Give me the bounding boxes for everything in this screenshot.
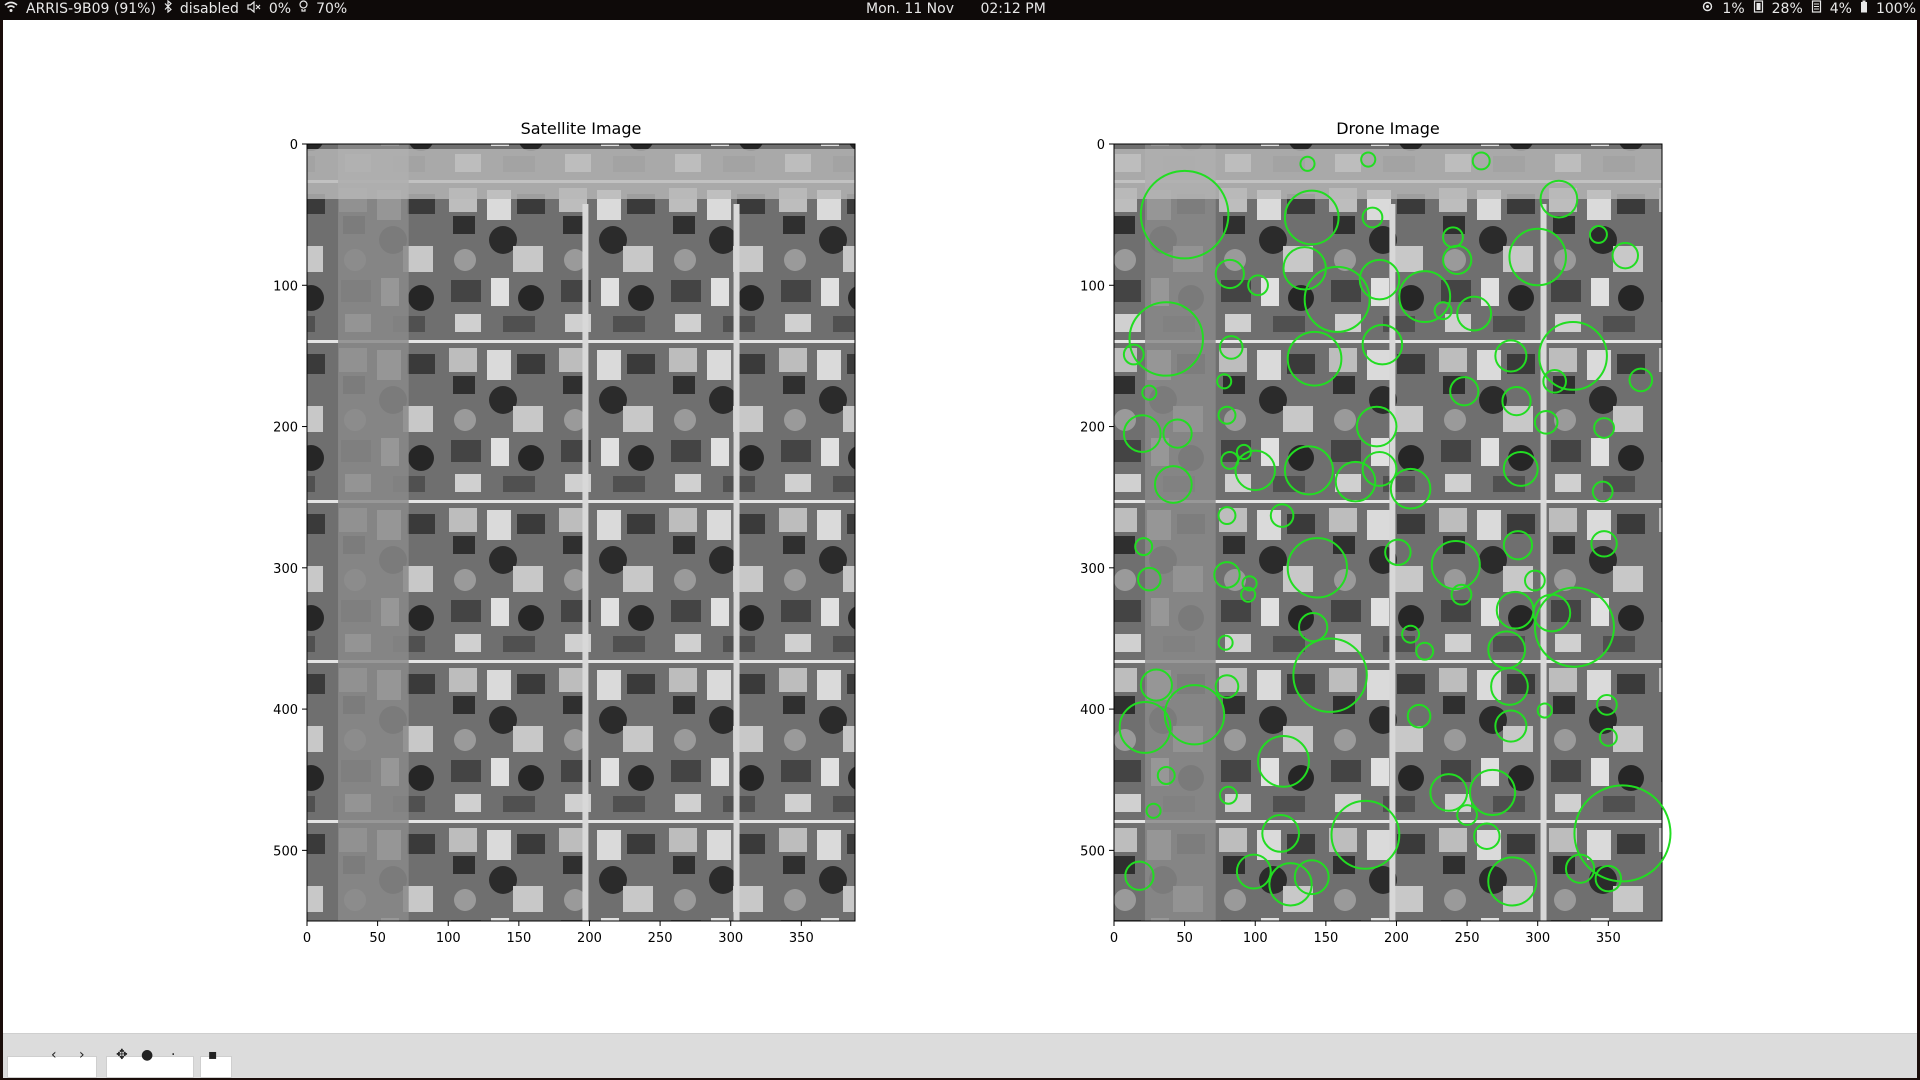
satellite-x-tick-label: 0 bbox=[303, 931, 311, 946]
drone-x-tick-label: 300 bbox=[1525, 931, 1550, 946]
cpu-icon bbox=[1701, 0, 1714, 18]
drone-x-tick-label: 50 bbox=[1176, 931, 1193, 946]
satellite-y-tick-label: 300 bbox=[273, 562, 298, 577]
drone-road-top bbox=[1114, 149, 1662, 199]
satellite-x-tick-label: 350 bbox=[789, 931, 814, 946]
wifi-status[interactable]: ARRIS-9B09 (91%) bbox=[26, 0, 156, 18]
drone-x-tick-label: 150 bbox=[1313, 931, 1338, 946]
save-disk-icon[interactable]: ▪ bbox=[208, 1047, 218, 1063]
memory-usage[interactable]: 28% bbox=[1772, 0, 1803, 18]
memory-icon bbox=[1753, 0, 1764, 18]
satellite-axes: Satellite Image 0 50 100 150 200 250 300 350 0 100… bbox=[273, 119, 856, 946]
satellite-y-tick-label: 500 bbox=[273, 844, 298, 859]
forward-arrow-icon[interactable]: › bbox=[79, 1047, 85, 1063]
drone-y-tick-label: 400 bbox=[1080, 703, 1105, 718]
satellite-y-tick-label: 200 bbox=[273, 421, 298, 436]
satellite-y-tick-label: 100 bbox=[273, 279, 298, 294]
satellite-road-vertical bbox=[338, 144, 409, 921]
satellite-title: Satellite Image bbox=[521, 119, 642, 138]
disk-icon bbox=[1811, 0, 1822, 18]
drone-axes: Drone Image 0 50 100 150 200 250 300 350 0 100 200 3… bbox=[1080, 119, 1672, 946]
disk-usage[interactable]: 4% bbox=[1830, 0, 1852, 18]
configure-subplots-icon[interactable]: · bbox=[171, 1047, 175, 1063]
zoom-icon[interactable]: ● bbox=[141, 1047, 153, 1063]
drone-title: Drone Image bbox=[1336, 119, 1440, 138]
drone-y-tick-label: 300 bbox=[1080, 562, 1105, 577]
satellite-x-tick-label: 200 bbox=[577, 931, 602, 946]
drone-x-tick-label: 250 bbox=[1455, 931, 1480, 946]
satellite-x-tick-label: 150 bbox=[506, 931, 531, 946]
drone-x-tick-label: 100 bbox=[1243, 931, 1268, 946]
satellite-y-tick-label: 400 bbox=[273, 703, 298, 718]
volume-level[interactable]: 0% bbox=[269, 0, 291, 18]
satellite-alley-2 bbox=[733, 204, 740, 921]
drone-x-tick-label: 350 bbox=[1596, 931, 1621, 946]
brightness-level[interactable]: 70% bbox=[316, 0, 347, 18]
pan-icon[interactable]: ✥ bbox=[116, 1047, 128, 1063]
cpu-usage[interactable]: 1% bbox=[1722, 0, 1744, 18]
figure-canvas: Satellite Image 0 50 100 150 200 250 300 350 0 100… bbox=[3, 20, 1917, 1033]
satellite-x-tick-label: 250 bbox=[648, 931, 673, 946]
drone-y-tick-label: 0 bbox=[1097, 138, 1105, 153]
satellite-alley bbox=[582, 204, 589, 921]
figure-svg: Satellite Image 0 50 100 150 200 250 300 350 0 100… bbox=[273, 119, 1672, 946]
plot-window: Satellite Image 0 50 100 150 200 250 300 350 0 100… bbox=[3, 20, 1917, 1078]
drone-y-tick-label: 100 bbox=[1080, 279, 1105, 294]
satellite-road-top bbox=[307, 149, 855, 199]
bluetooth-status[interactable]: disabled bbox=[180, 0, 239, 18]
satellite-x-tick-label: 50 bbox=[369, 931, 386, 946]
drone-x-tick-label: 200 bbox=[1384, 931, 1409, 946]
drone-x-tick-label: 0 bbox=[1110, 931, 1118, 946]
drone-y-tick-label: 500 bbox=[1080, 844, 1105, 859]
matplotlib-toolbar: ‹ › ✥ ● · ▪ bbox=[3, 1033, 1917, 1078]
drone-y-tick-label: 200 bbox=[1080, 421, 1105, 436]
system-status-bar: ARRIS-9B09 (91%) disabled 0% 70% Mon. 11… bbox=[0, 0, 1920, 20]
satellite-x-tick-label: 100 bbox=[436, 931, 461, 946]
drone-alley-2 bbox=[1540, 204, 1547, 921]
satellite-y-tick-label: 0 bbox=[290, 138, 298, 153]
volume-muted-icon bbox=[247, 0, 261, 18]
brightness-bulb-icon bbox=[299, 0, 308, 18]
battery-icon bbox=[1860, 0, 1868, 18]
back-arrow-icon[interactable]: ‹ bbox=[51, 1047, 57, 1063]
bluetooth-icon bbox=[164, 0, 172, 18]
wifi-icon bbox=[4, 0, 18, 18]
date-display[interactable]: Mon. 11 Nov bbox=[866, 1, 954, 17]
battery-level[interactable]: 100% bbox=[1876, 0, 1916, 18]
time-display[interactable]: 02:12 PM bbox=[980, 1, 1045, 17]
satellite-x-tick-label: 300 bbox=[718, 931, 743, 946]
